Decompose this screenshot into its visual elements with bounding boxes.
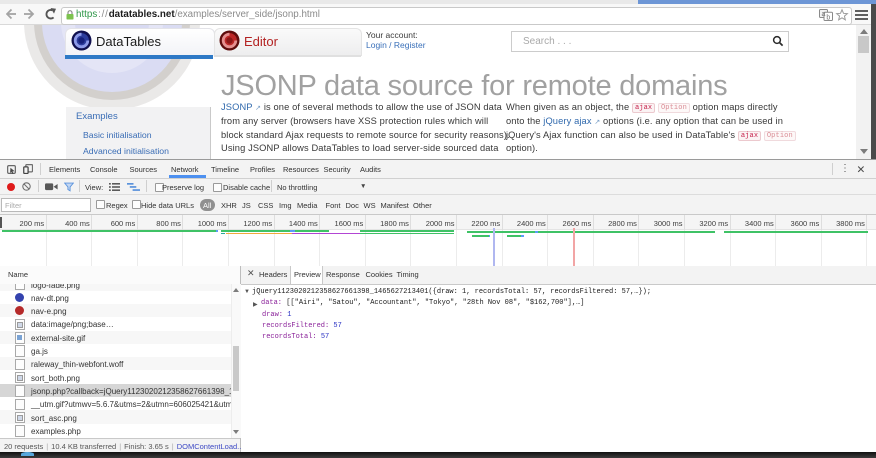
svg-text:a: a <box>822 11 826 18</box>
svg-text:b: b <box>826 14 830 21</box>
